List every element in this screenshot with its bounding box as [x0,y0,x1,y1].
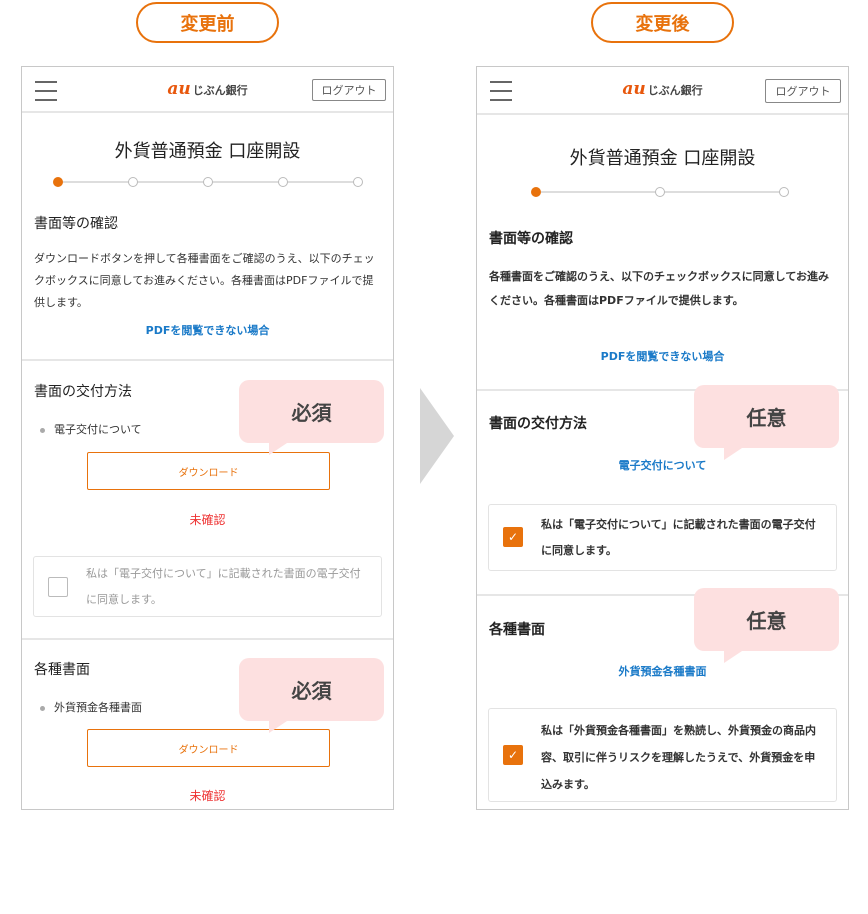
pdf-help-link[interactable]: PDFを閲覧できない場合 [22,322,393,338]
delivery-consent[interactable]: 私は「電子交付について」に記載された書面の電子交付に同意します。 [33,556,382,617]
status-unconfirmed: 未確認 [189,513,226,527]
confirm-text: ダウンロードボタンを押して各種書面をご確認のうえ、以下のチェックボックスに同意し… [34,252,375,309]
before-screen: au じぶん銀行 ログアウト 外貨普通預金 口座開設 書面等の確認 ダウンロードボ… [21,66,394,810]
logout-button[interactable]: ログアウト [765,79,841,103]
checkbox[interactable] [48,577,68,597]
docs-consent[interactable]: ✓ 私は「外貨預金各種書面」を熟読し、外貨預金の商品内容、取引に伴うリスクを理解… [488,708,837,802]
confirm-heading: 書面等の確認 [489,231,573,247]
step-dot [779,187,789,197]
step-dot [531,187,541,197]
after-screen: au じぶん銀行 ログアウト 外貨普通預金 口座開設 書面等の確認 各種書面をご確… [476,66,849,810]
checkmark-icon[interactable]: ✓ [503,745,523,765]
required-badge: 必須 [239,380,384,455]
chevron-right-icon [420,388,454,484]
docs-link[interactable]: 外貨預金各種書面 [477,663,848,679]
optional-badge: 任意 [694,385,839,460]
header: au じぶん銀行 ログアウト [477,67,848,115]
confirm-text: 各種書面をご確認のうえ、以下のチェックボックスに同意してお進みください。各種書面… [489,270,830,307]
delivery-heading: 書面の交付方法 [489,416,587,432]
status-unconfirmed: 未確認 [189,789,226,803]
step-dot [128,177,138,187]
page-title: 外貨普通預金 口座開設 [114,141,301,162]
delivery-consent[interactable]: ✓ 私は「電子交付について」に記載された書面の電子交付に同意します。 [488,504,837,571]
after-label: 変更後 [591,2,734,43]
optional-badge: 任意 [694,588,839,663]
logout-button[interactable]: ログアウト [312,79,386,101]
pdf-help-link[interactable]: PDFを閲覧できない場合 [477,348,848,364]
required-badge: 必須 [239,658,384,733]
download-button[interactable]: ダウンロード [87,452,330,490]
step-dot [278,177,288,187]
docs-heading: 各種書面 [34,662,90,678]
docs-item: 外貨預金各種書面 [40,699,142,715]
header: au じぶん銀行 ログアウト [22,67,393,113]
step-dot [353,177,363,187]
page-title: 外貨普通預金 口座開設 [569,148,756,169]
step-dot [655,187,665,197]
delivery-doc-link[interactable]: 電子交付について [477,457,848,473]
confirm-heading: 書面等の確認 [34,216,118,232]
download-button[interactable]: ダウンロード [87,729,330,767]
docs-heading: 各種書面 [489,622,545,638]
delivery-item: 電子交付について [40,421,142,437]
step-dot [53,177,63,187]
step-dot [203,177,213,187]
checkmark-icon[interactable]: ✓ [503,527,523,547]
delivery-heading: 書面の交付方法 [34,384,132,400]
before-label: 変更前 [136,2,279,43]
